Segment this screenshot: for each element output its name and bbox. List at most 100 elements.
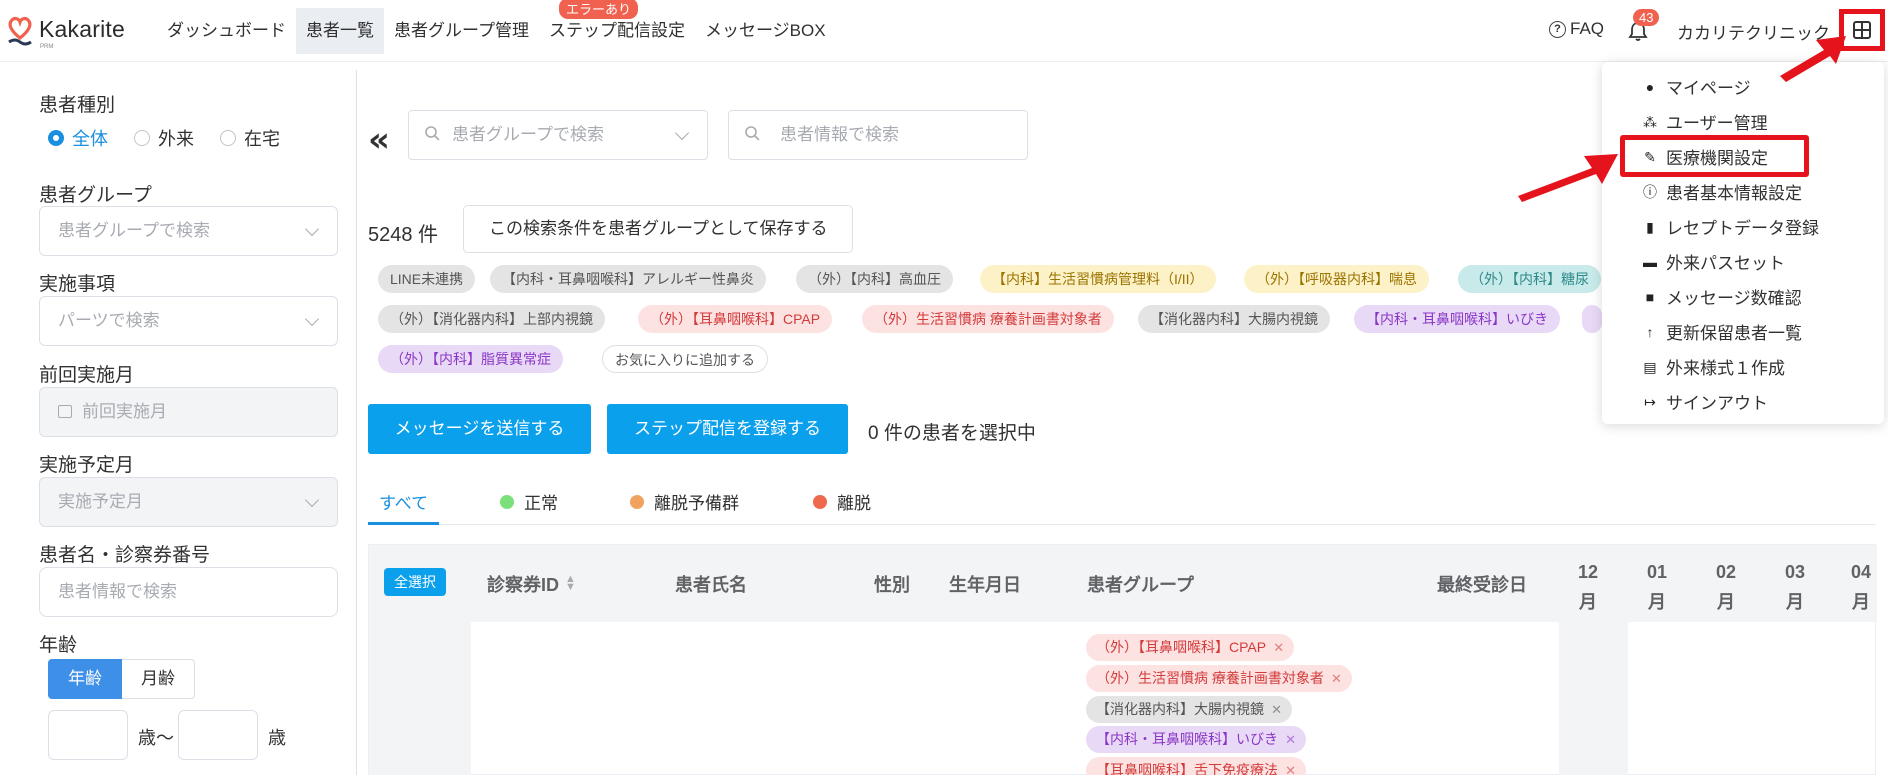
filter-tag[interactable]: 【内科】生活習慣病管理料（I/II） [980, 265, 1216, 293]
menu-item-message-count[interactable]: ■ メッセージ数確認 [1642, 284, 1802, 309]
col-month: 01 月 [1646, 562, 1668, 612]
status-dot-icon [500, 494, 514, 509]
row-group-tag[interactable]: （外）生活習慣病 療養計画書対象者 ✕ [1086, 665, 1352, 692]
menu-item-outpatient-path[interactable]: ▬ 外来パスセット [1642, 249, 1785, 274]
file-upload-icon: ▮ [1646, 218, 1654, 235]
menu-item-sign-out[interactable]: ↦ サインアウト [1642, 389, 1768, 414]
menu-item-mypage[interactable]: ● マイページ [1642, 74, 1751, 99]
tab-at-risk[interactable]: 離脱予備群 [630, 489, 739, 514]
red-arrow-icon [1518, 154, 1618, 202]
user-icon: ● [1645, 78, 1655, 95]
filter-tag[interactable]: LINE未連携 [378, 265, 476, 293]
collapse-sidebar-icon[interactable]: « [368, 120, 390, 160]
row-group-tag[interactable]: 【消化器内科】大腸内視鏡 ✕ [1086, 696, 1292, 723]
highlight-box-institution-settings [1620, 135, 1809, 177]
planned-month-select[interactable]: 実施予定月 [39, 477, 338, 527]
row-group-tag[interactable]: 【耳鼻咽喉科】舌下免疫療法 ✕ [1086, 757, 1306, 775]
nav-patient-groups[interactable]: 患者グループ管理 [384, 8, 539, 54]
info-icon: ⓘ [1643, 183, 1657, 200]
menu-item-patient-info-settings[interactable]: ⓘ 患者基本情報設定 [1642, 179, 1802, 204]
filter-tag[interactable]: （外）【耳鼻咽喉科】CPAP [638, 305, 833, 333]
send-message-button[interactable]: メッセージを送信する [368, 404, 591, 454]
age-label: 年齢 [39, 635, 78, 656]
close-icon[interactable]: ✕ [1273, 634, 1284, 661]
menu-item-form-1[interactable]: ▤ 外来様式１作成 [1642, 354, 1785, 379]
register-step-button[interactable]: ステップ配信を登録する [607, 404, 848, 454]
filter-tag[interactable]: （外）生活習慣病 療養計画書対象者 [862, 305, 1114, 333]
red-arrow-icon [1780, 36, 1846, 82]
chevron-down-icon [304, 492, 320, 508]
col-card-id[interactable]: 診察券ID ▲ ▼ [487, 571, 576, 597]
tab-churned[interactable]: 離脱 [813, 489, 871, 514]
patient-name-input[interactable]: 患者情報で検索 [39, 567, 338, 617]
age-from-suffix: 歳〜 [138, 728, 174, 748]
faq-link[interactable]: ? FAQ [1549, 19, 1604, 39]
group-search-select[interactable]: 患者グループで検索 [408, 110, 708, 160]
age-mode-months[interactable]: 月齢 [122, 659, 195, 699]
logo-text: Kakarite [39, 16, 125, 42]
select-all-button[interactable]: 全選択 [384, 568, 446, 596]
table-header: 全選択 診察券ID ▲ ▼ 患者氏名 性別 生年月日 患者グループ 最終受診日 12… [369, 545, 1877, 622]
kakarite-logo[interactable]: Kakarite PRM [6, 12, 136, 52]
patient-group-select[interactable]: 患者グループで検索 [39, 206, 338, 256]
save-as-group-button[interactable]: この検索条件を患者グループとして保存する [463, 205, 854, 253]
search-icon [745, 126, 760, 141]
row-group-tag[interactable]: 【内科・耳鼻咽喉科】いびき ✕ [1086, 726, 1306, 753]
patient-name-label: 患者名・診察券番号 [39, 545, 211, 566]
close-icon[interactable]: ✕ [1331, 665, 1342, 692]
filter-tag[interactable]: （外）【内科】脂質異常症 [378, 345, 563, 373]
menu-item-user-management[interactable]: ⁂ ユーザー管理 [1642, 109, 1768, 134]
tab-all[interactable]: すべて [379, 489, 428, 514]
error-badge: エラーあり [559, 0, 639, 19]
add-favorite-button[interactable]: お気に入りに追加する [602, 345, 768, 373]
filter-tag[interactable]: 【内科・耳鼻咽喉科】いびき [1354, 305, 1560, 333]
age-to-input[interactable] [178, 710, 258, 760]
col-month: 02 月 [1715, 562, 1737, 612]
filter-tag[interactable]: （外）【呼吸器内科】喘息 [1244, 265, 1429, 293]
radio-all[interactable]: 全体 [48, 125, 108, 151]
print-icon: ▤ [1643, 358, 1657, 375]
nav-patient-list[interactable]: 患者一覧 [296, 8, 384, 54]
person-up-icon: ↑ [1646, 323, 1654, 340]
close-icon[interactable]: ✕ [1271, 696, 1282, 723]
logo-subtext: PRM [40, 44, 54, 50]
previous-month-picker[interactable]: 前回実施月 [39, 387, 338, 437]
col-sex: 性別 [874, 575, 910, 595]
menu-item-pending-patients[interactable]: ↑ 更新保留患者一覧 [1642, 319, 1803, 344]
filter-tag[interactable]: 【内科・耳鼻咽喉科】アレルギー性鼻炎 [490, 265, 766, 293]
status-tabs: すべて 正常 離脱予備群 離脱 [368, 480, 1876, 525]
medkit-icon: ▬ [1643, 253, 1657, 270]
patient-group-label: 患者グループ [39, 185, 152, 206]
filter-tag[interactable]: （外）【内科】高血圧 [796, 265, 953, 293]
close-icon[interactable]: ✕ [1285, 726, 1296, 753]
nav-message-box[interactable]: メッセージBOX [695, 8, 836, 54]
menu-item-receipt-data[interactable]: ▮ レセプトデータ登録 [1642, 214, 1819, 239]
patient-info-search-input[interactable]: 患者情報で検索 [728, 110, 1028, 160]
col-birthdate: 生年月日 [949, 575, 1021, 595]
filter-tag-overflow[interactable] [1582, 305, 1602, 333]
filter-tag[interactable]: （外）【消化器内科】上部内視鏡 [378, 305, 605, 333]
age-from-input[interactable] [48, 710, 128, 760]
col-last-visit: 最終受診日 [1437, 575, 1527, 595]
age-mode-years[interactable]: 年齢 [48, 659, 122, 699]
chevron-down-icon [304, 311, 320, 327]
filter-tag[interactable]: （外）【内科】糖尿 [1458, 265, 1601, 293]
table-cell-shaded [1559, 622, 1628, 775]
chevron-down-icon [304, 221, 320, 237]
action-item-select[interactable]: パーツで検索 [39, 296, 338, 346]
main-nav: ダッシュボード 患者一覧 患者グループ管理 ステップ配信設定 メッセージBOX [157, 8, 836, 54]
patient-type-radio-group: 全体 外来 在宅 [48, 125, 280, 151]
tab-normal[interactable]: 正常 [500, 489, 558, 514]
close-icon[interactable]: ✕ [1285, 757, 1296, 775]
status-dot-icon [630, 494, 644, 509]
nav-dashboard[interactable]: ダッシュボード [157, 8, 296, 54]
question-circle-icon: ? [1549, 20, 1566, 38]
radio-home[interactable]: 在宅 [220, 125, 280, 151]
selected-count: 0 件の患者を選択中 [868, 423, 1036, 444]
radio-outpatient[interactable]: 外来 [134, 125, 194, 151]
result-count: 5248 件 [368, 224, 439, 246]
sort-icon: ▲ ▼ [565, 573, 576, 593]
col-month: 12 月 [1577, 562, 1599, 612]
filter-tag[interactable]: 【消化器内科】大腸内視鏡 [1138, 305, 1330, 333]
row-group-tag[interactable]: （外）【耳鼻咽喉科】CPAP ✕ [1086, 634, 1295, 661]
